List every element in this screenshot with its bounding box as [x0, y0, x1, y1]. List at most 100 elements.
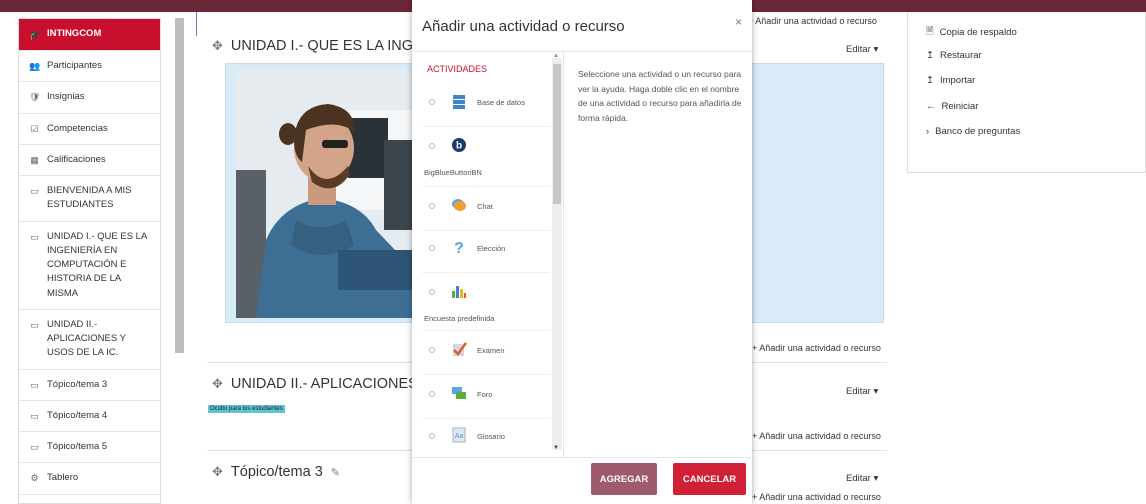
divider — [422, 126, 550, 127]
radio-button[interactable] — [429, 99, 435, 105]
admin-item-label: Banco de preguntas — [935, 126, 1021, 137]
nav-item-section-unit2[interactable]: ▭ UNIDAD II.- APLICACIONES Y USOS DE LA I… — [19, 310, 160, 370]
folder-icon: ▭ — [30, 410, 39, 421]
admin-item-import[interactable]: ↥ Importar — [926, 75, 975, 86]
activity-option-glossary[interactable]: Aa Glosario — [427, 426, 550, 457]
admin-item-label: Restaurar — [939, 50, 982, 61]
nav-item-course[interactable]: 🎓 INTINGCOM — [19, 19, 160, 51]
nav-item-dashboard[interactable]: ⚙ Tablero — [19, 463, 160, 495]
checkbox-icon: ☑ — [30, 123, 39, 134]
radio-button[interactable] — [429, 289, 435, 295]
folder-icon: ▭ — [30, 442, 39, 452]
nav-item-section-unit1[interactable]: ▭ UNIDAD I.- QUE ES LA INGENIERÍA EN COMP… — [19, 222, 160, 310]
radio-button[interactable] — [429, 143, 435, 149]
radio-button[interactable] — [429, 203, 435, 209]
course-navigation: 🎓 INTINGCOM 👥 Participantes 🛡 Insignias ☑ Co… — [18, 18, 161, 504]
activity-option-choice[interactable]: ? Elección — [427, 238, 550, 270]
badge-icon: 🛡 — [29, 92, 41, 103]
nav-item-participants[interactable]: 👥 Participantes — [19, 51, 160, 83]
nav-item-label: Tópico/tema 3 — [47, 378, 108, 390]
caret-down-icon: ▾ — [873, 386, 879, 397]
admin-item-reset[interactable]: ← Reiniciar — [926, 101, 978, 112]
admin-item-backup[interactable]: 🗎 Copia de respaldo — [926, 24, 1017, 40]
activity-label: BigBlueButtonBN — [424, 168, 482, 177]
nav-item-label: Tópico/tema 5 — [47, 441, 108, 452]
activity-label: Chat — [477, 202, 493, 211]
add-activity-link[interactable]: + Añadir una actividad o recurso — [752, 431, 881, 441]
activity-option-database[interactable]: Base de datos — [427, 92, 550, 124]
category-label: ACTIVIDADES — [427, 64, 488, 74]
page-scrollbar[interactable] — [175, 18, 184, 353]
add-activity-link[interactable]: + Añadir una actividad o recurso — [752, 343, 881, 353]
svg-text:?: ? — [454, 240, 464, 255]
nav-item-topic3[interactable]: ▭ Tópico/tema 3 — [19, 370, 160, 401]
section-title-topic3: ✥ Tópico/tema 3 ✎ — [212, 464, 340, 480]
edit-menu-unit1[interactable]: Editar ▾ — [846, 44, 878, 55]
nav-item-label: Insignias — [47, 91, 85, 103]
arrow-left-icon: ← — [926, 101, 936, 112]
activity-list-scrollbar[interactable] — [552, 58, 562, 450]
nav-item-topic5[interactable]: ▭ Tópico/tema 5 — [19, 432, 160, 464]
pencil-icon[interactable]: ✎ — [331, 466, 340, 479]
graduation-cap-icon: 🎓 — [29, 29, 41, 40]
radio-button[interactable] — [429, 433, 435, 439]
add-activity-label: Añadir una actividad o recurso — [755, 16, 877, 26]
edit-label: Editar — [846, 473, 871, 484]
move-icon[interactable]: ✥ — [212, 376, 223, 392]
bigbluebutton-icon: b — [452, 138, 466, 152]
add-activity-link[interactable]: + Añadir una actividad o recurso — [752, 492, 881, 502]
add-activity-link[interactable]: + Añadir una actividad o recurso — [748, 16, 877, 26]
dashboard-icon: ⚙ — [30, 473, 39, 484]
radio-button[interactable] — [429, 245, 435, 251]
move-icon[interactable]: ✥ — [212, 464, 223, 480]
database-icon — [453, 95, 465, 109]
activity-label: Foro — [477, 390, 493, 399]
nav-item-label: Tablero — [47, 472, 79, 484]
quiz-icon — [453, 342, 467, 356]
chevron-right-icon: › — [926, 126, 930, 137]
nav-item-label: Participantes — [47, 60, 102, 71]
nav-item-label: BIENVENIDA A MIS ESTUDIANTES — [47, 185, 132, 211]
activity-label: Base de datos — [477, 98, 525, 107]
scroll-down-icon[interactable]: ▼ — [553, 445, 559, 451]
scrollbar-thumb[interactable] — [553, 64, 561, 204]
radio-button[interactable] — [429, 347, 435, 353]
activity-help-text: Seleccione una actividad o un recurso pa… — [578, 69, 742, 123]
activity-option-bigbluebutton[interactable]: b BigBlueButtonBN — [424, 134, 550, 184]
upload-icon: ↥ — [926, 75, 934, 86]
edit-menu-topic3[interactable]: Editar ▾ — [846, 473, 878, 484]
move-icon[interactable]: ✥ — [212, 38, 223, 54]
add-activity-label: Añadir una actividad o recurso — [759, 343, 881, 353]
nav-item-badges[interactable]: 🛡 Insignias — [19, 82, 160, 114]
radio-button[interactable] — [429, 391, 435, 397]
dialog-title: Añadir una actividad o recurso — [422, 18, 625, 35]
divider — [422, 418, 550, 419]
divider — [422, 186, 550, 187]
hidden-from-students-badge: Oculto para los estudiantes — [208, 405, 285, 413]
add-button[interactable]: AGREGAR — [591, 463, 657, 495]
close-icon[interactable]: × — [735, 15, 742, 29]
activity-option-quiz[interactable]: Examen — [427, 340, 550, 372]
nav-item-grades[interactable]: ▦ Calificaciones — [19, 145, 160, 176]
cancel-button[interactable]: CANCELAR — [673, 463, 746, 495]
divider — [422, 230, 550, 231]
admin-item-question-bank[interactable]: › Banco de preguntas — [926, 126, 1020, 137]
add-activity-label: Añadir una actividad o recurso — [759, 492, 881, 502]
nav-item-competencies[interactable]: ☑ Competencias — [19, 114, 160, 145]
nav-item-topic4[interactable]: ▭ Tópico/tema 4 — [19, 401, 160, 432]
folder-icon: ▭ — [30, 186, 39, 196]
nav-item-label: INTINGCOM — [47, 28, 102, 40]
folder-icon: ▭ — [30, 379, 39, 390]
scroll-up-icon[interactable]: ▲ — [553, 53, 559, 59]
activity-option-forum[interactable]: Foro — [427, 384, 550, 416]
caret-down-icon: ▾ — [873, 44, 879, 55]
activity-option-survey[interactable]: Encuesta predefinida — [424, 280, 550, 330]
divider — [422, 374, 550, 375]
activity-option-chat[interactable]: Chat — [427, 196, 550, 228]
edit-menu-unit2[interactable]: Editar ▾ — [846, 386, 878, 397]
chat-icon — [452, 199, 466, 211]
section-title-unit2: ✥ UNIDAD II.- APLICACIONES Y — [212, 376, 431, 392]
folder-icon: ▭ — [30, 319, 39, 330]
nav-item-section-welcome[interactable]: ▭ BIENVENIDA A MIS ESTUDIANTES — [19, 176, 160, 222]
admin-item-restore[interactable]: ↥ Restaurar — [926, 50, 982, 61]
